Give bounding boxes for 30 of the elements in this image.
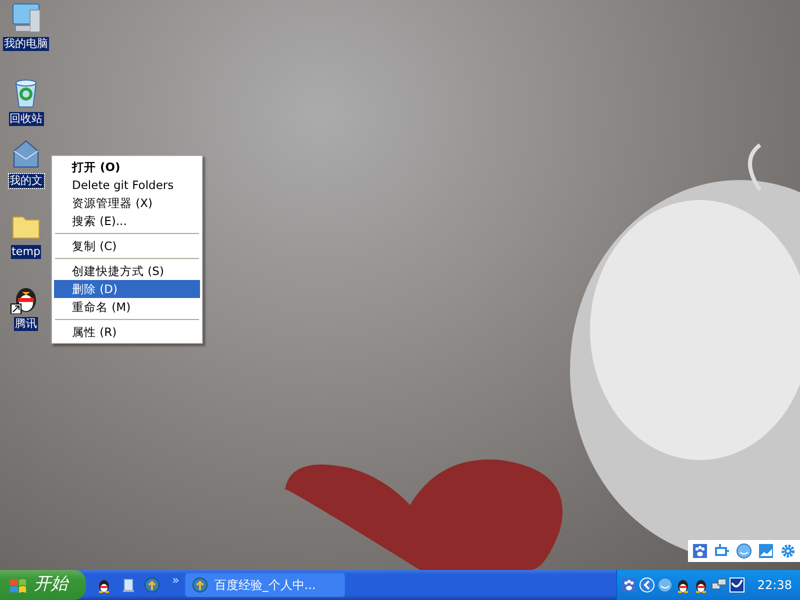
icon-label[interactable]: 腾讯 bbox=[14, 317, 38, 331]
menu-item[interactable]: Delete git Folders bbox=[54, 176, 200, 194]
clock: 22:38 bbox=[757, 577, 792, 594]
paw-icon[interactable] bbox=[621, 577, 638, 593]
menu-item[interactable]: 属性 (R) bbox=[54, 323, 200, 341]
taskbar-button[interactable]: 百度经验_个人中... bbox=[185, 573, 346, 597]
menu-item[interactable]: 删除 (D) bbox=[54, 280, 200, 298]
chevron-button[interactable]: » bbox=[172, 571, 180, 589]
plug-icon[interactable] bbox=[714, 543, 730, 559]
desktop-icon[interactable] bbox=[120, 577, 136, 593]
image-icon[interactable] bbox=[758, 543, 774, 559]
windows-logo-icon bbox=[8, 576, 28, 594]
paw-icon[interactable] bbox=[692, 543, 708, 559]
menu-item[interactable]: 重命名 (M) bbox=[54, 298, 200, 316]
icon-label[interactable]: 我的电脑 bbox=[3, 37, 49, 51]
start-button[interactable]: 开始 bbox=[0, 570, 86, 600]
settings-icon[interactable] bbox=[780, 543, 796, 559]
computer-icon[interactable] bbox=[10, 2, 42, 34]
menu-item[interactable]: 复制 (C) bbox=[54, 237, 200, 255]
menu-item[interactable]: 打开 (O) bbox=[54, 158, 200, 176]
smiley-icon[interactable] bbox=[657, 577, 674, 593]
shield-check-icon[interactable] bbox=[729, 577, 746, 593]
menu-item[interactable]: 创建快捷方式 (S) bbox=[54, 262, 200, 280]
smiley-icon[interactable] bbox=[736, 543, 752, 559]
icon-label[interactable]: 回收站 bbox=[8, 112, 44, 126]
menu-item[interactable]: 搜索 (E)... bbox=[54, 212, 200, 230]
icon-label[interactable]: 我的文 bbox=[8, 174, 44, 188]
menu-item[interactable]: 资源管理器 (X) bbox=[54, 194, 200, 212]
icon-label[interactable]: temp bbox=[10, 245, 42, 259]
penguin-icon[interactable] bbox=[96, 577, 112, 593]
